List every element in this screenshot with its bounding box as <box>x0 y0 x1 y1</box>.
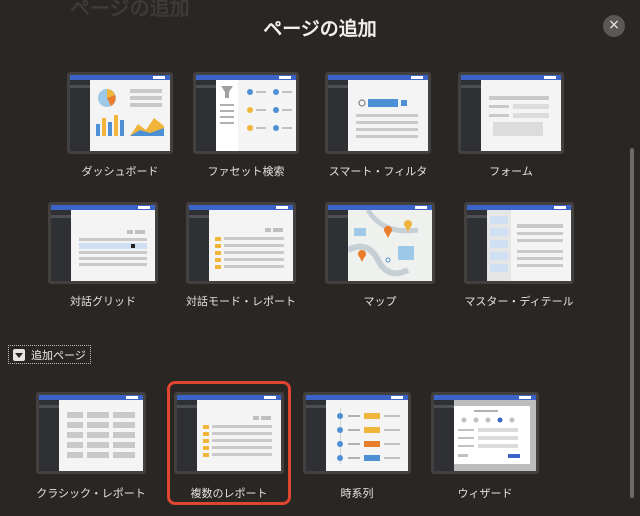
smart-filter-icon <box>356 99 418 138</box>
classic-report-icon <box>67 412 135 458</box>
page-tile-map[interactable]: マップ <box>325 202 435 312</box>
page-tile-classic-report[interactable]: クラシック・レポート <box>36 392 146 502</box>
page-label: フォーム <box>489 165 533 178</box>
faceted-search-thumbnail <box>193 72 299 154</box>
page-tile-form[interactable]: フォーム <box>458 72 564 182</box>
page-label: 時系列 <box>340 487 374 500</box>
page-tile-wizard[interactable]: ウィザード <box>431 392 539 502</box>
wizard-icon <box>448 406 530 464</box>
wizard-thumbnail <box>431 392 539 474</box>
timeline-thumbnail <box>303 392 411 474</box>
form-thumbnail <box>458 72 564 154</box>
interactive-report-thumbnail <box>186 202 296 284</box>
dialog-title: ページの追加 <box>263 18 377 40</box>
additional-pages-label: 追加ページ <box>31 348 86 362</box>
page-label: マップ <box>363 295 397 308</box>
dashboard-chart-icon <box>96 89 164 136</box>
page-label: 複数のレポート <box>190 487 268 500</box>
page-label: スマート・フィルタ <box>328 165 428 178</box>
page-tile-interactive-grid[interactable]: 対話グリッド <box>48 202 158 312</box>
page-tile-interactive-report[interactable]: 対話モード・レポート <box>186 202 296 312</box>
form-icon <box>489 96 549 136</box>
page-label: クラシック・レポート <box>36 487 146 500</box>
page-label: マスター・ディテール <box>464 295 574 308</box>
page-tile-dashboard[interactable]: ダッシュボード <box>67 72 173 182</box>
page-tile-smart-filter[interactable]: スマート・フィルタ <box>325 72 431 182</box>
page-label: ファセット検索 <box>207 165 285 178</box>
page-tile-timeline[interactable]: 時系列 <box>303 392 411 502</box>
master-detail-thumbnail <box>464 202 574 284</box>
page-label: ダッシュボード <box>81 165 159 178</box>
vertical-scrollbar[interactable] <box>630 148 634 498</box>
interactive-grid-thumbnail <box>48 202 158 284</box>
page-label: 対話グリッド <box>70 295 136 308</box>
master-detail-icon <box>487 210 563 281</box>
multiple-reports-thumbnail <box>174 392 284 474</box>
page-tile-master-detail[interactable]: マスター・ディテール <box>464 202 574 312</box>
classic-report-thumbnail <box>36 392 146 474</box>
page-label: ウィザード <box>457 487 513 500</box>
dashboard-thumbnail <box>67 72 173 154</box>
timeline-icon <box>337 408 400 464</box>
expand-triangle-icon <box>13 348 25 361</box>
interactive-report-icon <box>215 228 284 269</box>
page-tile-faceted-search[interactable]: ファセット検索 <box>193 72 299 182</box>
interactive-grid-icon <box>79 230 147 266</box>
faceted-search-icon <box>216 80 292 151</box>
smart-filter-thumbnail <box>325 72 431 154</box>
multiple-reports-icon <box>203 416 272 457</box>
map-icon <box>346 208 419 277</box>
map-thumbnail <box>325 202 435 284</box>
additional-pages-toggle[interactable]: 追加ページ <box>8 345 91 364</box>
page-tile-multiple-reports[interactable]: 複数のレポート <box>174 392 284 502</box>
close-button[interactable]: × <box>603 15 625 37</box>
page-label: 対話モード・レポート <box>186 295 296 308</box>
